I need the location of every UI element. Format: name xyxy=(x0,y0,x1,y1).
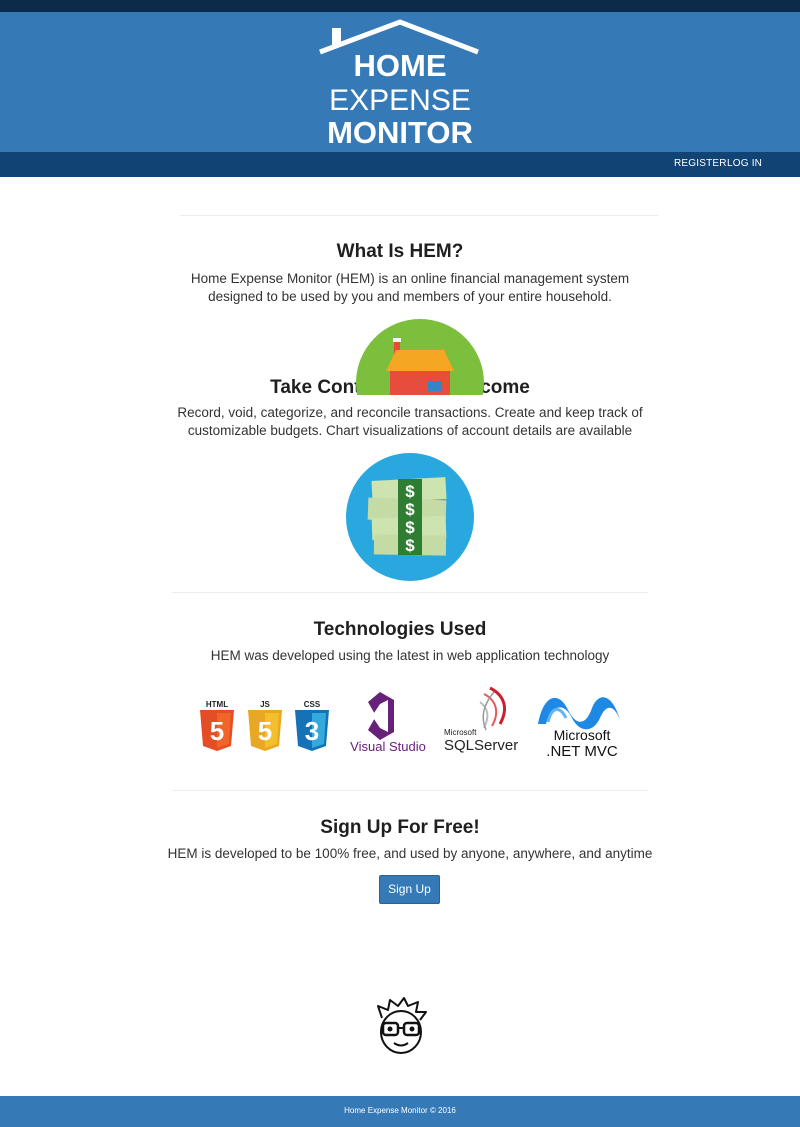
dotnet-mvc-logo: Microsoft .NET MVC xyxy=(534,686,630,760)
money-symbol: $ xyxy=(405,536,415,555)
money-symbol: $ xyxy=(405,482,415,501)
divider xyxy=(180,215,658,216)
logo[interactable]: HOME EXPENSE MONITOR xyxy=(312,18,488,146)
css3-label: CSS xyxy=(304,700,321,709)
visual-studio-label: Visual Studio xyxy=(350,739,426,754)
signup-button[interactable]: Sign Up xyxy=(379,875,440,904)
js-number: 5 xyxy=(258,716,272,746)
technologies-title: Technologies Used xyxy=(313,619,487,640)
register-link[interactable]: REGISTER xyxy=(674,158,727,169)
money-symbol: $ xyxy=(405,500,415,519)
what-is-title: What Is HEM? xyxy=(336,241,464,262)
dotnet-mvc-top: Microsoft xyxy=(554,727,611,743)
house-icon xyxy=(356,319,484,395)
avatar-icon xyxy=(372,996,430,1056)
money-icon: $ $ $ $ xyxy=(346,453,474,581)
navbar: REGISTER LOG IN xyxy=(0,152,800,177)
dotnet-mvc-bottom: .NET MVC xyxy=(546,743,618,760)
sql-server-bottom: SQLServer xyxy=(444,737,518,754)
signup-text: HEM is developed to be 100% free, and us… xyxy=(167,846,653,861)
logo-line3: MONITOR xyxy=(327,115,473,146)
divider xyxy=(172,790,648,791)
income-text: Record, void, categorize, and reconcile … xyxy=(177,405,643,438)
top-strip xyxy=(0,0,800,12)
footer: Home Expense Monitor © 2016 xyxy=(0,1096,800,1127)
footer-text: Home Expense Monitor © 2016 xyxy=(344,1106,456,1115)
sql-server-logo: Microsoft SQLServer xyxy=(440,684,526,756)
html5-number: 5 xyxy=(210,716,224,746)
divider xyxy=(172,592,648,593)
logo-graphic: HOME EXPENSE MONITOR xyxy=(319,19,479,146)
sql-server-top: Microsoft xyxy=(444,728,477,737)
js-label: JS xyxy=(260,700,270,709)
visual-studio-logo: Visual Studio xyxy=(346,688,430,754)
login-link[interactable]: LOG IN xyxy=(727,158,762,169)
hero-header: HOME EXPENSE MONITOR xyxy=(0,12,800,152)
money-symbol: $ xyxy=(405,518,415,537)
technology-logos: HTML 5 JS 5 CSS 3 Visual Studio Microsof… xyxy=(190,684,630,760)
what-is-text: Home Expense Monitor (HEM) is an online … xyxy=(190,271,630,304)
logo-line2: EXPENSE xyxy=(329,84,471,117)
css3-logo: CSS 3 xyxy=(293,698,331,752)
logo-line1: HOME xyxy=(354,48,447,83)
signup-title: Sign Up For Free! xyxy=(320,817,480,838)
html5-logo: HTML 5 xyxy=(198,698,236,752)
technologies-text: HEM was developed using the latest in we… xyxy=(210,648,610,663)
css3-number: 3 xyxy=(305,716,319,746)
js-logo: JS 5 xyxy=(246,698,284,752)
html5-label: HTML xyxy=(206,700,228,709)
